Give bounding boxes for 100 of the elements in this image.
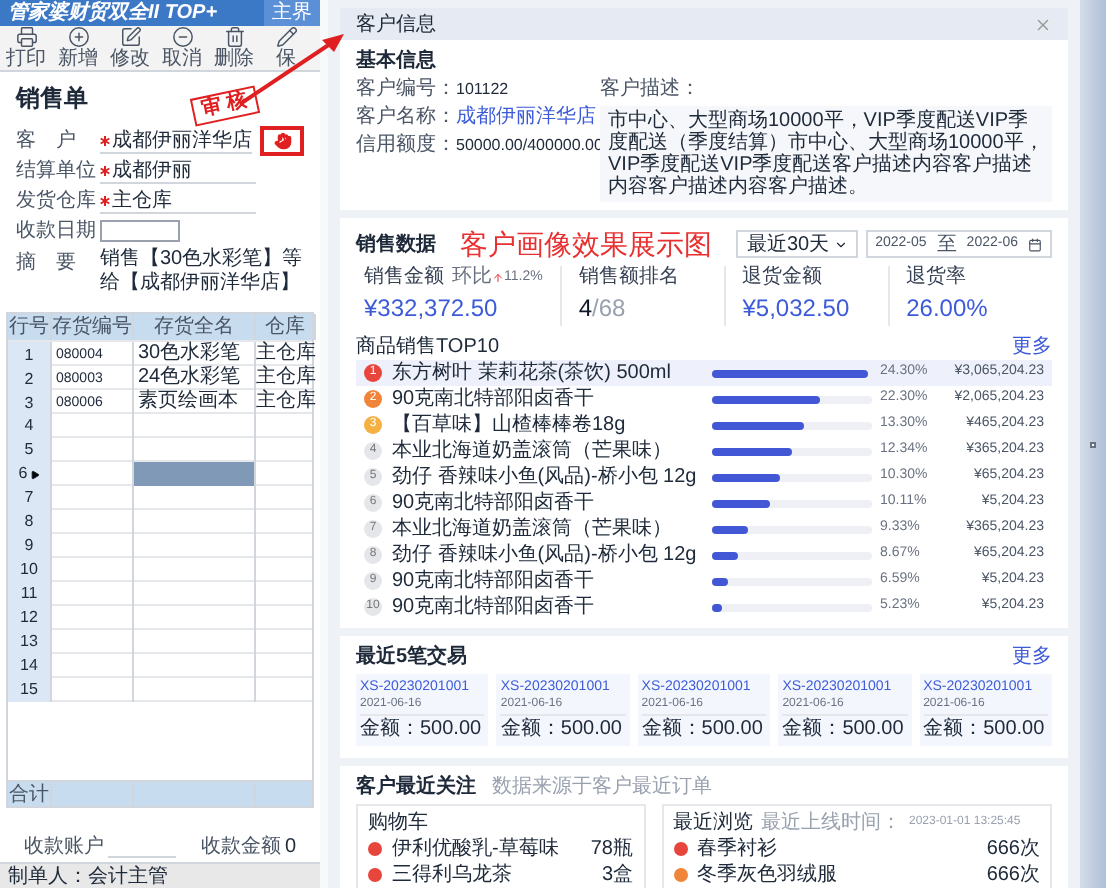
annotation-text: 客户画像效果展示图 (460, 230, 714, 258)
table-row[interactable]: 5 (8, 436, 312, 460)
arrow-up-icon (492, 272, 504, 284)
input-field[interactable]: 成都伊丽 (100, 159, 256, 183)
toolbar-button[interactable]: 取消 (156, 26, 208, 70)
printer-icon (15, 26, 37, 48)
table-cell: 主仓库 (256, 390, 316, 412)
row-number: 8 (24, 510, 34, 534)
status-text: 制单人：会计主管 (8, 863, 168, 888)
row-number: 12 (20, 606, 38, 630)
table-row[interactable]: 11 (8, 580, 312, 604)
product-name: 劲仔 香辣味小鱼(风品)-桥小包 12g (392, 541, 699, 569)
field-label: 客 户 (16, 127, 78, 156)
product-name: 【百草味】山楂棒棒卷18g (392, 411, 628, 439)
toolbar-button[interactable]: 新增 (52, 26, 104, 70)
row-number: 2 (24, 367, 34, 391)
table-row[interactable]: 7 (8, 484, 312, 508)
section-title: 商品销售TOP10 (356, 333, 499, 361)
product-name: 劲仔 香辣味小鱼(风品)-桥小包 12g (392, 463, 699, 491)
minus-circle-icon (171, 26, 193, 48)
table-cell: 素页绘画本 (138, 390, 238, 412)
toolbar-button[interactable]: 删除 (208, 26, 260, 70)
more-link[interactable]: 更多 (1012, 332, 1052, 362)
form-title: 销售单 (16, 82, 88, 116)
item-name: 伊利优酸乳-草莓味 (392, 835, 559, 863)
table-row[interactable]: 9 (8, 532, 312, 556)
current-row-icon (29, 469, 40, 479)
field-label: 收款金额 (200, 833, 281, 862)
stat-total: /68 (592, 294, 626, 322)
info-label: 客户名称： (356, 106, 456, 130)
row-number: 11 (20, 582, 38, 606)
order-amount: 金额：500.00 (360, 718, 484, 742)
product-name: 90克南北特部阳卤香干 (392, 489, 597, 517)
close-icon[interactable] (1034, 15, 1052, 33)
description-box: 市中心、大型商场10000平，VIP季度配送VIP季度配送（季度结算）市中心、大型商场10000平，VIP季度配送VIP季度配送客户描述内容客户描述内容客户描述内容客户描述。 (600, 106, 1052, 202)
input-field[interactable]: 主仓库 (100, 189, 256, 213)
table-cell: 主仓库 (256, 342, 316, 364)
last-online-label: 最近上线时间： (761, 809, 901, 837)
table-row[interactable]: 12 (8, 604, 312, 628)
stat-label: 销售金额 (364, 266, 444, 290)
order-amount: 金额：500.00 (641, 718, 765, 742)
field-value: 0 (284, 834, 296, 862)
hand-icon (273, 132, 292, 150)
customer-link[interactable]: 成都伊丽洋华店 (456, 106, 596, 130)
field-label: 结算单位 (16, 157, 98, 186)
info-value: 50000.00/400000.00 (456, 134, 603, 158)
table-row[interactable]: 4 (8, 412, 312, 436)
toolbar-button[interactable]: 打印 (0, 26, 52, 70)
item-name: 春季衬衫 (697, 835, 777, 863)
table-row[interactable]: 13 (8, 628, 312, 652)
item-count: 78瓶 (590, 836, 633, 863)
order-amount: 金额：500.00 (782, 718, 906, 742)
section-title: 基本信息 (356, 48, 438, 74)
item-count: 3盒 (601, 861, 633, 888)
date-field[interactable] (100, 220, 180, 242)
table-row[interactable]: 14 (8, 652, 312, 676)
info-value: 101122 (456, 78, 509, 102)
row-number: 10 (20, 558, 38, 582)
info-label: 客户编号： (356, 78, 456, 102)
stat-value: ¥332,372.50 (364, 292, 500, 326)
field-label: 收款账户 (24, 833, 104, 862)
row-number: 6 (18, 462, 28, 486)
resize-handle[interactable] (1090, 441, 1096, 447)
range-dropdown[interactable]: 最近30天 (736, 230, 858, 258)
section-title: 最近5笔交易 (356, 642, 468, 672)
product-name: 90克南北特部阳卤香干 (392, 567, 597, 595)
product-name: 东方树叶 茉莉花茶(茶饮) 500ml (392, 359, 673, 387)
section-title: 客户最近关注 (356, 772, 476, 802)
row-number: 5 (24, 438, 34, 462)
item-name: 冬季灰色羽绒服 (697, 861, 837, 888)
summary-text: 销售【30色水彩笔】等给【成都伊丽洋华店】 (100, 248, 304, 296)
chevron-down-icon (833, 237, 848, 251)
box-title: 购物车 (368, 809, 428, 837)
stat-value: 4 (578, 294, 593, 322)
table-row[interactable]: 8 (8, 508, 312, 532)
field-label: 发货仓库 (16, 187, 98, 216)
app-title: 管家婆财贸双全II TOP+ (8, 3, 218, 23)
stat-label: 退货金额 (742, 266, 823, 290)
table-row[interactable]: 6 (8, 460, 312, 484)
field-label: 收款日期 (16, 217, 98, 246)
info-label: 客户描述： (600, 78, 702, 102)
input-field[interactable]: 成都伊丽洋华店 (100, 129, 253, 153)
table-cell: 24色水彩笔 (138, 366, 241, 388)
table-row[interactable]: 15 (8, 676, 312, 700)
more-link[interactable]: 更多 (1012, 642, 1052, 672)
item-count: 666次 (986, 836, 1040, 864)
product-name: 90克南北特部阳卤香干 (392, 593, 597, 622)
row-number: 14 (20, 654, 38, 678)
row-number: 9 (24, 534, 34, 558)
row-number: 13 (20, 630, 38, 654)
selected-cell[interactable] (134, 462, 256, 486)
toolbar-button[interactable]: 保 (260, 26, 312, 70)
plus-circle-icon (67, 26, 89, 48)
row-number: 1 (24, 343, 34, 367)
product-name: 本业北海道奶盖滚筒（芒果味） (392, 437, 674, 465)
table-row[interactable]: 10 (8, 556, 312, 580)
panel-title: 客户信息 (356, 11, 436, 39)
box-title: 最近浏览 (673, 809, 753, 837)
toolbar-button[interactable]: 修改 (104, 26, 156, 70)
total-label: 合计 (8, 782, 52, 808)
